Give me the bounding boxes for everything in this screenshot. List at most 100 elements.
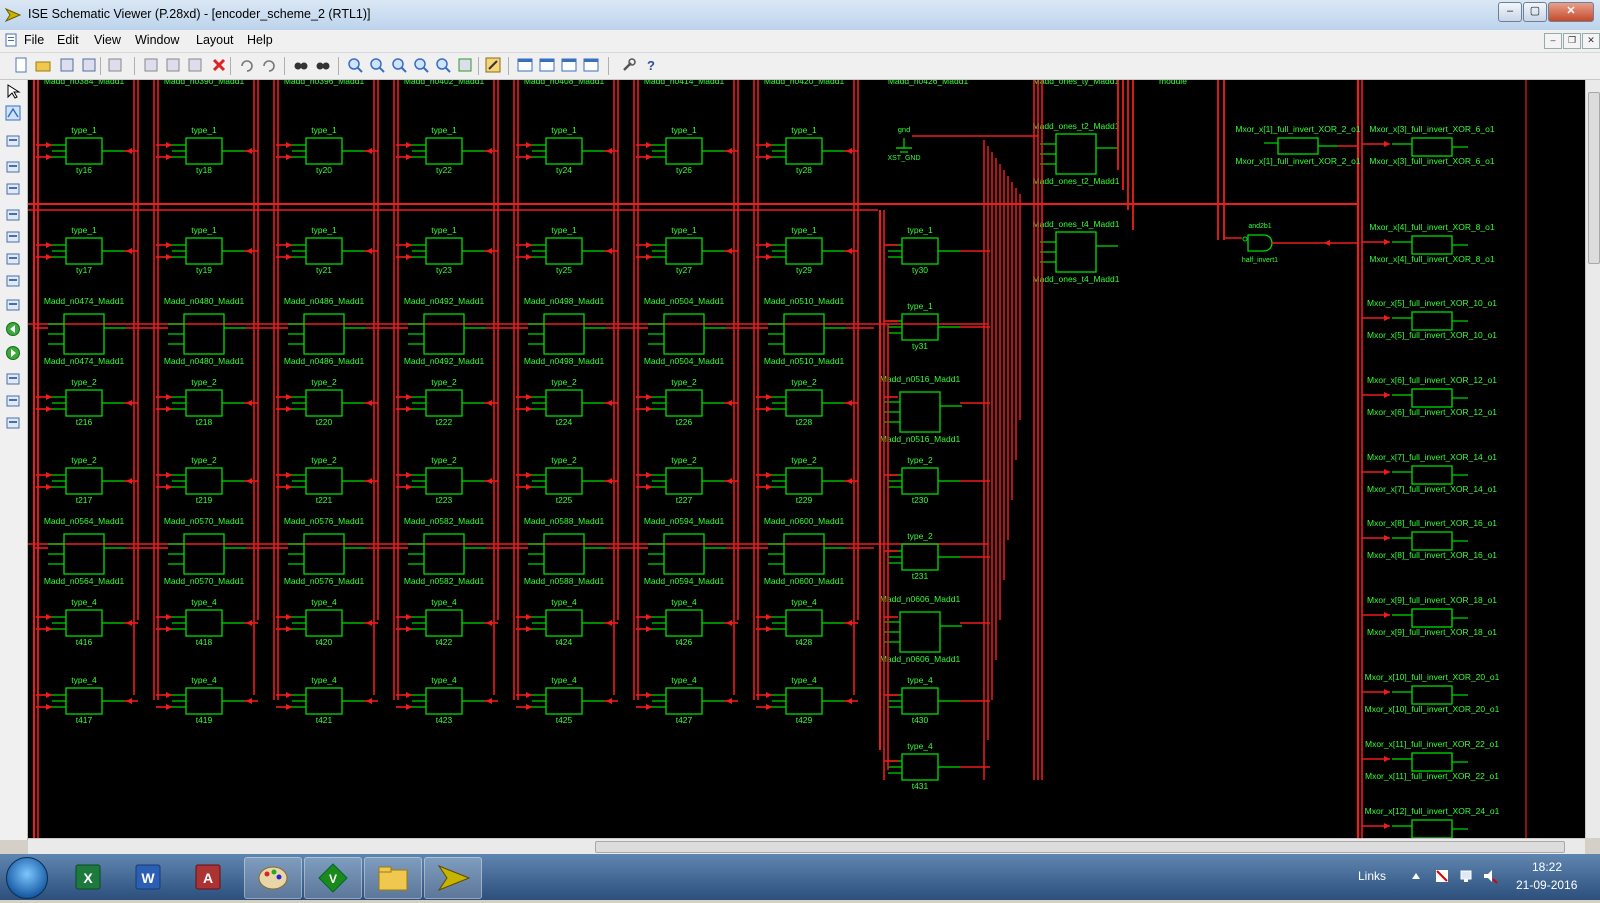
help-icon[interactable]: ? bbox=[642, 56, 660, 74]
madd-label: Madd_n0606_Madd1 bbox=[880, 654, 961, 664]
wire-arrow bbox=[46, 614, 52, 620]
tile-horizontal-icon[interactable] bbox=[538, 56, 556, 74]
taskbar: X W A V Links 18:22 21-09-2016 bbox=[0, 854, 1600, 900]
properties-icon[interactable] bbox=[620, 56, 638, 74]
refresh-icon[interactable] bbox=[456, 56, 474, 74]
vertical-scroll-thumb[interactable] bbox=[1588, 92, 1600, 264]
open-icon[interactable] bbox=[34, 56, 52, 74]
cut-icon[interactable] bbox=[142, 56, 160, 74]
horizontal-scroll-thumb[interactable] bbox=[595, 841, 1565, 853]
instance-name-label: t222 bbox=[436, 417, 453, 427]
symbol-icon[interactable] bbox=[4, 206, 22, 224]
vim-icon[interactable]: V bbox=[304, 857, 362, 899]
zoom-full-icon[interactable] bbox=[390, 56, 408, 74]
explorer-icon[interactable] bbox=[364, 857, 422, 899]
mdi-close-button[interactable]: ✕ bbox=[1582, 33, 1600, 49]
horizontal-scrollbar[interactable] bbox=[28, 838, 1585, 854]
push-icon[interactable] bbox=[4, 392, 22, 410]
wire-arrow bbox=[166, 242, 172, 248]
show-hidden-icons-icon[interactable] bbox=[1410, 870, 1422, 882]
instance-name-label: t223 bbox=[436, 495, 453, 505]
mdi-minimize-button[interactable]: – bbox=[1544, 33, 1562, 49]
delete-icon[interactable] bbox=[210, 56, 228, 74]
save-all-icon[interactable] bbox=[80, 56, 98, 74]
port-icon[interactable] bbox=[4, 228, 22, 246]
tile-vertical-icon[interactable] bbox=[560, 56, 578, 74]
network-icon[interactable] bbox=[1458, 868, 1474, 884]
clock-time[interactable]: 18:22 bbox=[1532, 860, 1562, 874]
find-icon[interactable] bbox=[292, 56, 310, 74]
xor-label: Mxor_x[6]_full_invert_XOR_12_o1 bbox=[1367, 407, 1497, 417]
zoom-in-icon[interactable] bbox=[346, 56, 364, 74]
excel-icon[interactable]: X bbox=[60, 857, 116, 897]
minimize-button[interactable]: – bbox=[1498, 2, 1522, 22]
print-icon[interactable] bbox=[106, 56, 124, 74]
clock-date[interactable]: 21-09-2016 bbox=[1516, 878, 1577, 892]
instance-name-label: ty20 bbox=[316, 165, 332, 175]
instance-name-label: t231 bbox=[912, 571, 929, 581]
instance-type-label: type_4 bbox=[791, 675, 817, 685]
wire-arrow bbox=[766, 692, 772, 698]
word-icon[interactable]: W bbox=[120, 857, 176, 897]
select-arrow-icon[interactable] bbox=[4, 82, 22, 100]
instance-box bbox=[305, 137, 343, 165]
paste-icon[interactable] bbox=[186, 56, 204, 74]
undo-icon[interactable] bbox=[238, 56, 256, 74]
pan-icon[interactable] bbox=[484, 56, 502, 74]
redo-icon[interactable] bbox=[260, 56, 278, 74]
add-io-marker-icon[interactable] bbox=[4, 158, 22, 176]
back-icon[interactable] bbox=[4, 320, 22, 338]
tile-cascade-icon[interactable] bbox=[516, 56, 534, 74]
zoom-area-icon[interactable] bbox=[412, 56, 430, 74]
menu-file[interactable]: File bbox=[24, 33, 44, 47]
wire-arrow bbox=[526, 484, 532, 490]
zoom-select-icon[interactable] bbox=[434, 56, 452, 74]
ise-icon[interactable] bbox=[424, 857, 482, 899]
add-net-name-icon[interactable] bbox=[4, 132, 22, 150]
xor-label: Mxor_x[11]_full_invert_XOR_22_o1 bbox=[1365, 739, 1499, 749]
xor-label: Mxor_x[4]_full_invert_XOR_8_o1 bbox=[1369, 254, 1494, 264]
refresh-icon[interactable] bbox=[4, 370, 22, 388]
copy-icon[interactable] bbox=[164, 56, 182, 74]
instance-box bbox=[545, 237, 583, 265]
wire-arrow bbox=[406, 692, 412, 698]
instance-box bbox=[901, 313, 939, 341]
mdi-restore-button[interactable]: ❐ bbox=[1563, 33, 1581, 49]
schematic-canvas[interactable]: Madd_n0384_Madd1 Madd_n0390_Madd1 Madd_n03… bbox=[28, 80, 1585, 838]
madd-box bbox=[663, 313, 705, 355]
close-button[interactable]: ✕ bbox=[1548, 2, 1594, 22]
add-wire-icon[interactable] bbox=[4, 104, 22, 122]
madd-label: Madd_n0570_Madd1 bbox=[164, 516, 245, 526]
find-replace-icon[interactable] bbox=[314, 56, 332, 74]
text-icon[interactable] bbox=[4, 272, 22, 290]
menu-edit[interactable]: Edit bbox=[57, 33, 79, 47]
save-icon[interactable] bbox=[58, 56, 76, 74]
instance-name-label: ty19 bbox=[196, 265, 212, 275]
menu-window[interactable]: Window bbox=[135, 33, 179, 47]
maximize-button[interactable]: ▢ bbox=[1523, 2, 1547, 22]
madd-box bbox=[899, 611, 941, 653]
menu-view[interactable]: View bbox=[94, 33, 121, 47]
instance-box bbox=[545, 467, 583, 495]
action-center-icon[interactable] bbox=[1434, 868, 1450, 884]
zoom-out-icon[interactable] bbox=[368, 56, 386, 74]
page-icon[interactable] bbox=[4, 296, 22, 314]
menu-help[interactable]: Help bbox=[247, 33, 273, 47]
links-toolbar-label[interactable]: Links bbox=[1358, 869, 1386, 883]
add-bus-icon[interactable] bbox=[4, 180, 22, 198]
instance-icon[interactable] bbox=[4, 250, 22, 268]
madd-box bbox=[183, 313, 225, 355]
volume-icon[interactable] bbox=[1482, 868, 1498, 884]
access-icon[interactable]: A bbox=[180, 857, 236, 897]
paint-icon[interactable] bbox=[244, 857, 302, 899]
arrange-icon[interactable] bbox=[582, 56, 600, 74]
forward-icon[interactable] bbox=[4, 344, 22, 362]
new-icon[interactable] bbox=[12, 56, 30, 74]
schematic-svg[interactable]: Madd_n0384_Madd1 Madd_n0390_Madd1 Madd_n03… bbox=[28, 80, 1585, 838]
pop-icon[interactable] bbox=[4, 414, 22, 432]
xor-box bbox=[1411, 311, 1453, 331]
toolbar-separator bbox=[284, 57, 285, 75]
menu-layout[interactable]: Layout bbox=[196, 33, 234, 47]
windows-start-icon[interactable] bbox=[6, 857, 48, 899]
vertical-scrollbar[interactable] bbox=[1585, 80, 1600, 838]
